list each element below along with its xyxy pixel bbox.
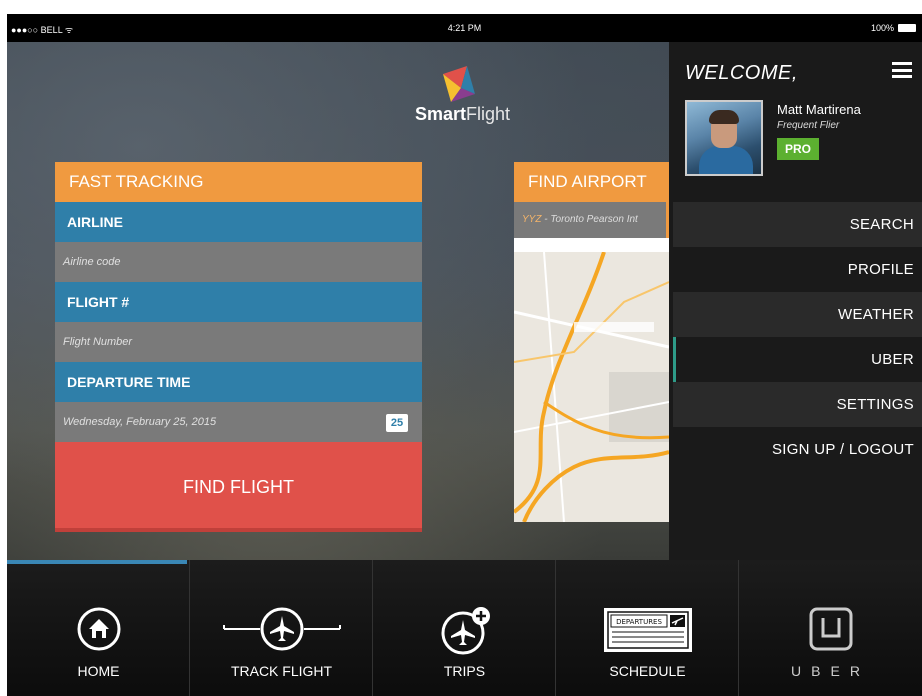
active-tab-indicator: [7, 560, 187, 564]
tab-schedule-label: SCHEDULE: [609, 663, 686, 679]
flight-number-input[interactable]: Flight Number: [55, 322, 422, 362]
hamburger-menu-icon[interactable]: [892, 62, 912, 78]
welcome-text: WELCOME,: [685, 62, 798, 84]
tab-uber-label: UBER: [791, 663, 870, 679]
avatar[interactable]: [685, 100, 763, 176]
departure-date-value: Wednesday, February 25, 2015: [63, 416, 217, 428]
airport-search-result[interactable]: YYZ - Toronto Pearson Int: [514, 202, 669, 238]
logo-mark-icon: [443, 66, 475, 102]
pro-badge: PRO: [777, 138, 820, 160]
tab-uber[interactable]: UBER: [739, 560, 922, 696]
departure-time-label: DEPARTURE TIME: [55, 362, 422, 402]
tab-home-label: HOME: [77, 663, 120, 679]
tab-track-flight-label: TRACK FLIGHT: [230, 663, 333, 679]
plane-track-icon: [222, 607, 341, 651]
app-screen: ●●●○○ BELL ᯤ 4:21 PM 100% SmartFlight FA…: [7, 14, 922, 696]
find-airport-title: FIND AIRPORT: [514, 162, 669, 202]
departures-board-text: DEPARTURES: [616, 618, 662, 626]
plane-add-icon: [441, 607, 490, 655]
drawer-nav: SEARCH PROFILE WEATHER UBER SETTINGS SIG…: [673, 202, 922, 472]
status-time: 4:21 PM: [447, 23, 482, 33]
tab-trips-label: TRIPS: [443, 663, 486, 679]
departure-date-input[interactable]: Wednesday, February 25, 2015 25: [55, 402, 422, 442]
logo-wordmark: SmartFlight: [415, 104, 511, 124]
card-gap: [514, 238, 669, 252]
tab-trips[interactable]: TRIPS: [373, 560, 556, 696]
map-graphic: [514, 252, 669, 522]
nav-item-search[interactable]: SEARCH: [673, 202, 922, 247]
tab-track-flight[interactable]: TRACK FLIGHT: [190, 560, 373, 696]
bottom-tab-bar: HOME TRACK FLIGHT TRIPS DEPARTURES SCHED…: [7, 560, 922, 696]
nav-item-profile[interactable]: PROFILE: [673, 247, 922, 292]
user-tier: Frequent Flier: [777, 120, 840, 131]
departures-board-icon: DEPARTURES: [603, 608, 692, 652]
nav-item-settings[interactable]: SETTINGS: [673, 382, 922, 427]
side-drawer: WELCOME, Matt Martirena Frequent Flier P…: [669, 42, 922, 560]
fast-tracking-card: FAST TRACKING AIRLINE Airline code FLIGH…: [55, 162, 422, 536]
user-name: Matt Martirena: [777, 102, 861, 117]
calendar-icon[interactable]: 25: [386, 414, 408, 432]
nav-item-signup-logout[interactable]: SIGN UP / LOGOUT: [673, 427, 922, 472]
airline-label: AIRLINE: [55, 202, 422, 242]
nav-item-uber[interactable]: UBER: [673, 337, 922, 382]
battery-icon: [898, 24, 916, 32]
find-airport-card: FIND AIRPORT YYZ - Toronto Pearson Int: [514, 162, 669, 536]
airport-map[interactable]: [514, 252, 669, 522]
flight-number-label: FLIGHT #: [55, 282, 422, 322]
status-bar: ●●●○○ BELL ᯤ 4:21 PM 100%: [7, 14, 922, 42]
fast-tracking-title: FAST TRACKING: [55, 162, 422, 202]
uber-logo-icon: [809, 607, 852, 651]
tab-schedule[interactable]: DEPARTURES SCHEDULE: [556, 560, 739, 696]
battery-status: 100%: [871, 23, 916, 33]
smartflight-logo: SmartFlight: [415, 64, 525, 136]
airline-code-input[interactable]: Airline code: [55, 242, 422, 282]
nav-item-weather[interactable]: WEATHER: [673, 292, 922, 337]
tab-home[interactable]: HOME: [7, 560, 190, 696]
battery-percent: 100%: [870, 23, 894, 33]
home-icon: [77, 607, 120, 651]
find-flight-button[interactable]: FIND FLIGHT: [55, 442, 422, 532]
